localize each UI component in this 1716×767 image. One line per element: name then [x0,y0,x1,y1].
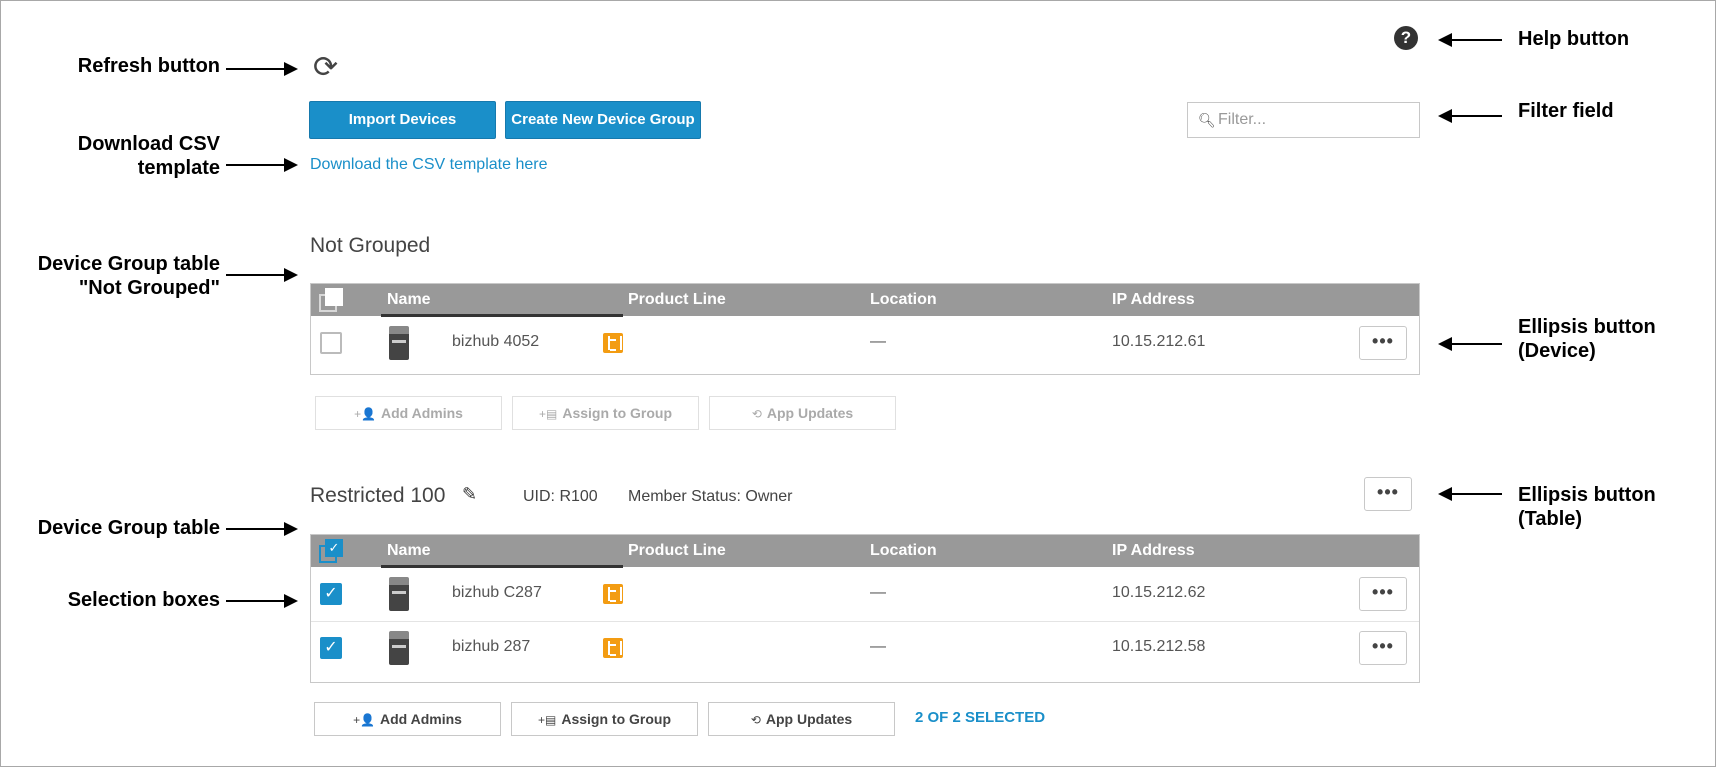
search-icon: 🔍︎ [1198,112,1216,128]
table-header: Name Product Line Location IP Address [311,284,1419,317]
add-admins-button[interactable]: +👤 Add Admins [315,396,502,430]
row-checkbox[interactable]: ✓ [320,583,342,605]
app-updates-button[interactable]: ⟲ App Updates [708,702,895,736]
column-header-ip-address[interactable]: IP Address [1112,291,1195,309]
annotation-selection-boxes: Selection boxes [67,589,220,611]
device-location: — [870,333,886,350]
add-admins-button[interactable]: +👤 Add Admins [314,702,501,736]
annotation-device-group-table: Device Group table [37,517,220,539]
printer-icon [389,326,409,360]
column-header-location[interactable]: Location [870,291,937,309]
table-row[interactable]: bizhub 4052 — 10.15.212.61 ••• [311,317,1419,369]
annotation-ellipsis-table-line2: (Table) [1518,508,1583,530]
annotation-arrow-refresh [226,62,298,76]
annotation-arrow-ellipsis-device [1438,337,1502,351]
annotation-filter: Filter field [1518,100,1614,122]
annotation-arrow-device-group [226,522,298,536]
annotation-arrow-filter [1438,109,1502,123]
filter-field[interactable]: 🔍︎ Filter... [1187,102,1420,138]
annotation-arrow-selection [226,594,298,608]
annotation-not-grouped-line1: Device Group table [37,253,220,275]
selected-count: 2 OF 2 SELECTED [915,709,1046,726]
assign-group-icon: +▤ [538,407,558,421]
product-line-icon [603,584,623,604]
group-member-status: Member Status: Owner [628,488,793,505]
table-row[interactable]: ✓ bizhub C287 — 10.15.212.62 ••• [311,568,1419,620]
table-row[interactable]: ✓ bizhub 287 — 10.15.212.58 ••• [311,621,1419,673]
annotation-ellipsis-table-line1: Ellipsis button [1518,484,1656,506]
not-grouped-title: Not Grouped [310,234,431,257]
assign-to-group-label: Assign to Group [562,405,673,421]
table-header: ✓ Name Product Line Location IP Address [311,535,1419,568]
printer-icon [389,631,409,665]
annotation-arrow-not-grouped [226,268,298,282]
filter-placeholder: Filter... [1218,111,1267,128]
add-admins-icon: +👤 [354,407,377,421]
annotation-refresh: Refresh button [77,55,220,77]
column-header-product-line[interactable]: Product Line [628,291,726,309]
device-ip: 10.15.212.61 [1112,333,1206,350]
annotation-arrow-ellipsis-table [1438,487,1502,501]
device-group-table: ✓ Name Product Line Location IP Address … [310,534,1420,683]
device-name: bizhub 287 [452,638,531,655]
column-header-ip-address[interactable]: IP Address [1112,542,1195,560]
device-ip: 10.15.212.58 [1112,638,1206,655]
add-admins-label: Add Admins [381,405,463,421]
help-icon[interactable]: ? [1394,26,1418,50]
download-csv-link[interactable]: Download the CSV template here [310,156,547,174]
annotation-not-grouped-line2: "Not Grouped" [78,277,220,299]
not-grouped-table: Name Product Line Location IP Address bi… [310,283,1420,375]
add-admins-label: Add Admins [380,711,462,727]
create-device-group-button[interactable]: Create New Device Group [505,101,701,139]
group-uid: UID: R100 [523,488,598,505]
app-updates-button[interactable]: ⟲ App Updates [709,396,896,430]
printer-icon [389,577,409,611]
device-name: bizhub C287 [452,584,542,601]
group-title: Restricted 100 [310,484,446,507]
select-all-checkbox[interactable]: ✓ [319,539,343,563]
assign-to-group-label: Assign to Group [561,711,672,727]
annotation-help: Help button [1518,28,1630,50]
product-line-icon [603,638,623,658]
row-checkbox[interactable]: ✓ [320,637,342,659]
app-updates-icon: ⟲ [751,407,762,421]
device-location: — [870,638,886,655]
device-ip: 10.15.212.62 [1112,584,1206,601]
annotation-arrow-download [226,158,298,172]
column-header-name[interactable]: Name [387,542,431,560]
annotation-ellipsis-device-line1: Ellipsis button [1518,316,1656,338]
product-line-icon [603,333,623,353]
device-ellipsis-button[interactable]: ••• [1359,326,1407,360]
import-devices-button[interactable]: Import Devices [309,101,496,139]
app-updates-label: App Updates [766,405,854,421]
assign-to-group-button[interactable]: +▤ Assign to Group [511,702,698,736]
row-checkbox[interactable] [320,332,342,354]
column-header-name[interactable]: Name [387,291,431,309]
assign-to-group-button[interactable]: +▤ Assign to Group [512,396,699,430]
add-admins-icon: +👤 [353,713,376,727]
device-ellipsis-button[interactable]: ••• [1359,631,1407,665]
annotation-arrow-help [1438,33,1502,47]
column-header-product-line[interactable]: Product Line [628,542,726,560]
device-ellipsis-button[interactable]: ••• [1359,577,1407,611]
table-ellipsis-button[interactable]: ••• [1364,477,1412,511]
column-header-location[interactable]: Location [870,542,937,560]
annotation-ellipsis-device-line2: (Device) [1518,340,1596,362]
app-updates-icon: ⟲ [750,713,761,727]
refresh-icon[interactable]: ⟳ [313,53,338,83]
annotation-download-line1: Download CSV [77,133,220,155]
device-name: bizhub 4052 [452,333,540,350]
edit-pencil-icon[interactable]: ✎ [462,484,477,505]
annotation-download-line2: template [137,157,220,179]
assign-group-icon: +▤ [537,713,557,727]
device-location: — [870,584,886,601]
app-updates-label: App Updates [765,711,853,727]
select-all-checkbox[interactable] [319,288,343,312]
